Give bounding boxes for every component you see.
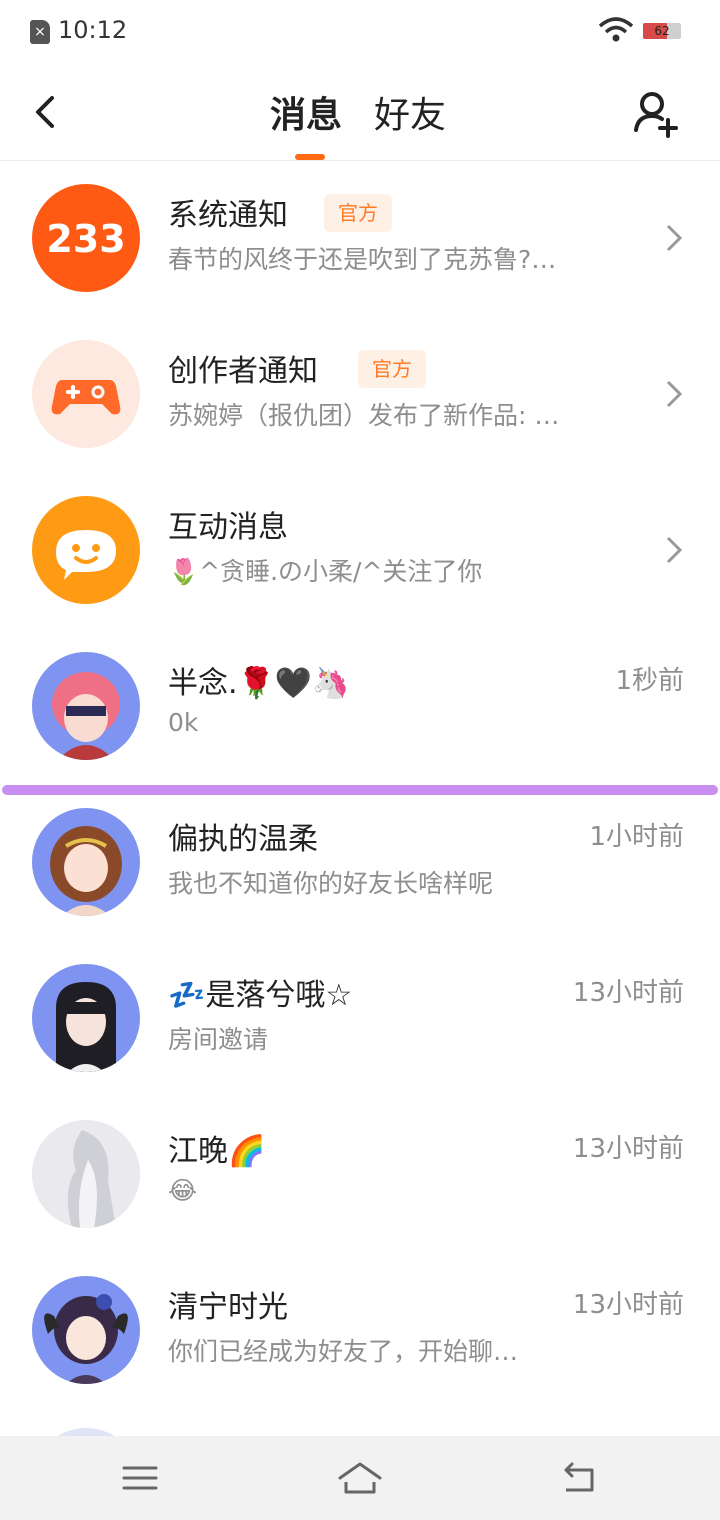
chat-item[interactable]: 半念.🌹🖤🦄 1秒前 0k (0, 628, 720, 784)
avatar (32, 808, 140, 916)
back-button[interactable] (22, 88, 70, 136)
item-title: 系统通知 (168, 198, 288, 233)
status-time: 10:12 (58, 16, 128, 44)
home-button[interactable] (336, 1454, 384, 1502)
battery-icon: 62 (643, 23, 681, 39)
chat-message: 房间邀请 (168, 1025, 269, 1054)
interaction-message-item[interactable]: 互动消息 🌷^贪睡.の小柔/^关注了你 (0, 472, 720, 628)
chat-item[interactable]: 💤是落兮哦☆ 13小时前 房间邀请 (0, 940, 720, 1096)
chevron-right-icon (666, 380, 683, 408)
official-badge: 官方 (324, 194, 392, 232)
chat-name: 半念.🌹🖤🦄 (168, 666, 350, 701)
item-title: 互动消息 (168, 510, 288, 545)
no-sim-icon: × (30, 20, 50, 44)
creator-notification-item[interactable]: 创作者通知 官方 苏婉婷（报仇团）发布了新作品: … (0, 316, 720, 472)
avatar (32, 652, 140, 760)
official-badge: 官方 (358, 350, 426, 388)
interaction-message-avatar (32, 496, 140, 604)
status-bar: × 10:12 62 (0, 0, 720, 64)
chat-item[interactable]: 偏执的温柔 1小时前 我也不知道你的好友长啥样呢 (0, 784, 720, 940)
next-avatar-peek (32, 1428, 140, 1436)
gamepad-icon (51, 380, 121, 415)
chat-time: 13小时前 (572, 1290, 684, 1320)
header: 消息 好友 (0, 64, 720, 161)
battery-level: 62 (654, 24, 670, 38)
tab-messages[interactable]: 消息 (270, 86, 342, 138)
back-nav-button[interactable] (556, 1454, 604, 1502)
chat-item[interactable]: 江晚🌈 13小时前 😂 (0, 1096, 720, 1252)
tab-friends[interactable]: 好友 (374, 86, 446, 138)
chat-name: 清宁时光 (168, 1290, 288, 1325)
chat-smile-icon (56, 530, 116, 580)
wifi-icon (598, 17, 634, 42)
system-nav-bar (0, 1436, 720, 1520)
item-subtitle: 苏婉婷（报仇团）发布了新作品: … (168, 401, 560, 430)
add-friend-button[interactable] (628, 86, 684, 142)
chat-message: 我也不知道你的好友长啥样呢 (168, 869, 494, 898)
creator-notification-avatar (32, 340, 140, 448)
chat-time: 1小时前 (589, 822, 684, 852)
system-notification-item[interactable]: 233 系统通知 官方 春节的风终于还是吹到了克苏鲁?… (0, 160, 720, 316)
avatar (32, 1120, 140, 1228)
avatar (32, 964, 140, 1072)
chat-name: 江晚🌈 (168, 1134, 266, 1169)
chat-name: 💤是落兮哦☆ (168, 978, 353, 1013)
system-notification-avatar: 233 (32, 184, 140, 292)
chevron-right-icon (666, 224, 683, 252)
item-subtitle: 🌷^贪睡.の小柔/^关注了你 (168, 557, 483, 586)
chat-message: 0k (168, 708, 199, 737)
item-subtitle: 春节的风终于还是吹到了克苏鲁?… (168, 245, 557, 274)
chat-time: 13小时前 (572, 1134, 684, 1164)
chat-name: 偏执的温柔 (168, 822, 318, 857)
chat-item[interactable]: 清宁时光 13小时前 你们已经成为好友了，开始聊… (0, 1252, 720, 1408)
chat-time: 1秒前 (615, 666, 684, 696)
233-logo-icon: 233 (46, 217, 125, 261)
avatar (32, 1276, 140, 1384)
chat-message: 你们已经成为好友了，开始聊… (168, 1337, 519, 1366)
chat-time: 13小时前 (572, 978, 684, 1008)
svg-text:233: 233 (46, 217, 125, 261)
chat-message: 😂 (168, 1176, 198, 1205)
chevron-right-icon (666, 536, 683, 564)
item-title: 创作者通知 (168, 354, 318, 389)
menu-button[interactable] (116, 1454, 164, 1502)
